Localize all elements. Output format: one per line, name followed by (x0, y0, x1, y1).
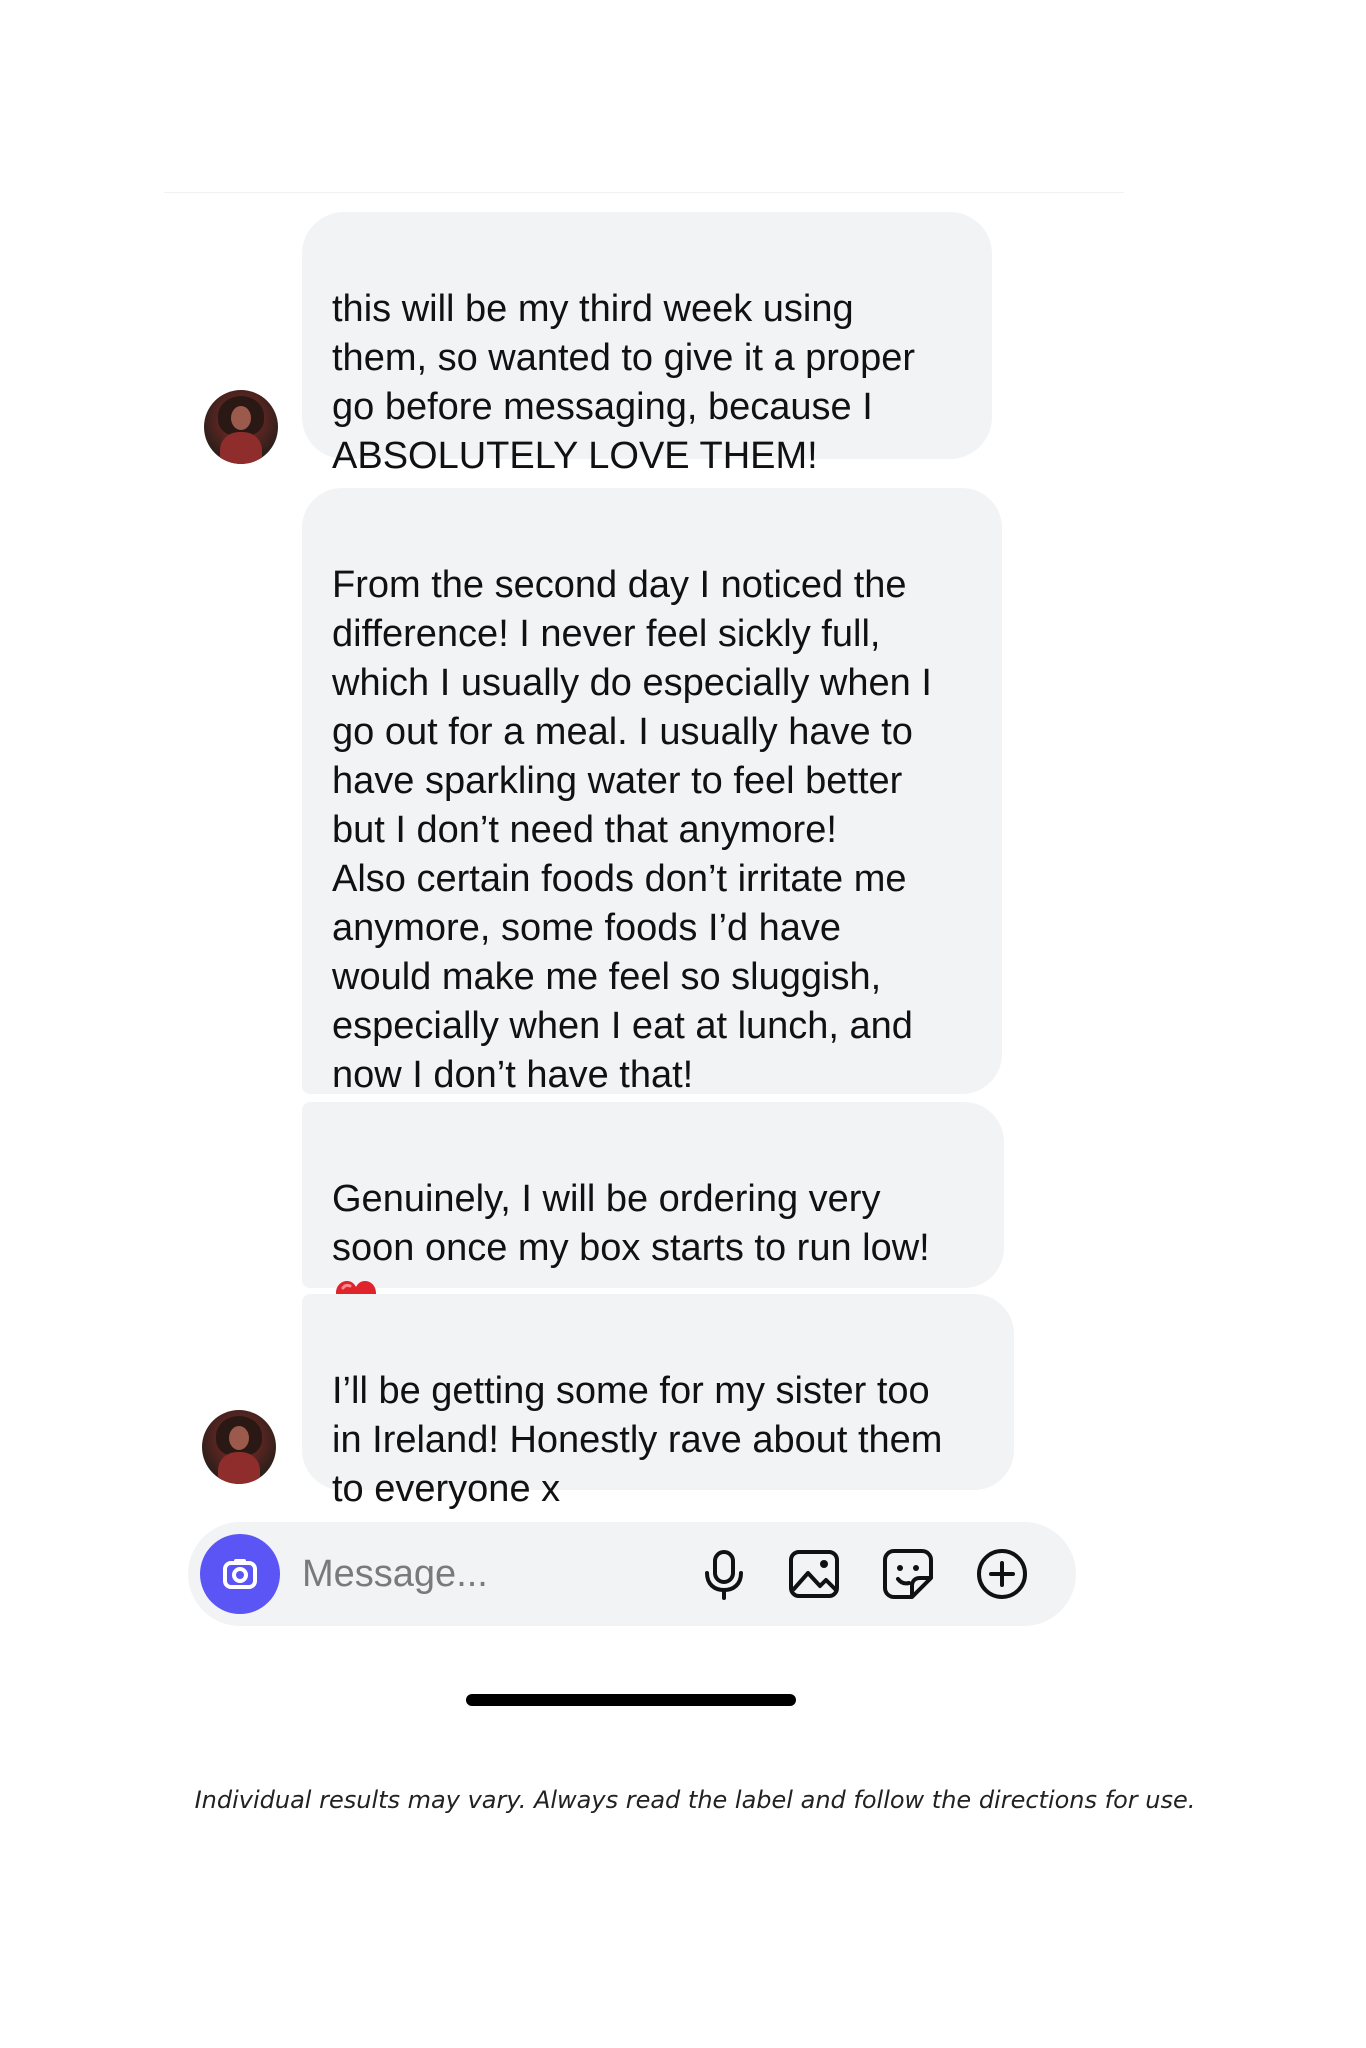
home-indicator[interactable] (466, 1694, 796, 1706)
message-input[interactable] (302, 1548, 662, 1600)
microphone-icon[interactable] (696, 1546, 752, 1602)
top-divider (164, 192, 1124, 193)
avatar[interactable] (202, 1410, 276, 1484)
message-text: this will be my third week using them, s… (332, 288, 915, 477)
message-text: Genuinely, I will be ordering very soon … (332, 1178, 930, 1269)
message-bubble: this will be my third week using them, s… (302, 212, 992, 477)
message-bubble: I’ll be getting some for my sister too i… (302, 1294, 1014, 1510)
message-text: I’ll be getting some for my sister too i… (332, 1370, 943, 1510)
message-text: From the second day I noticed the differ… (332, 564, 932, 1096)
message-bubble: Genuinely, I will be ordering very soon … (302, 1102, 1004, 1320)
message-composer (188, 1522, 1076, 1626)
plus-icon[interactable] (974, 1546, 1030, 1602)
disclaimer-text: Individual results may vary. Always read… (194, 1786, 1196, 1814)
camera-button[interactable] (200, 1534, 280, 1614)
sticker-icon[interactable] (880, 1546, 936, 1602)
camera-icon (223, 1559, 257, 1589)
message-bubble: From the second day I noticed the differ… (302, 488, 1002, 1096)
gallery-icon[interactable] (786, 1546, 842, 1602)
avatar[interactable] (204, 390, 278, 464)
